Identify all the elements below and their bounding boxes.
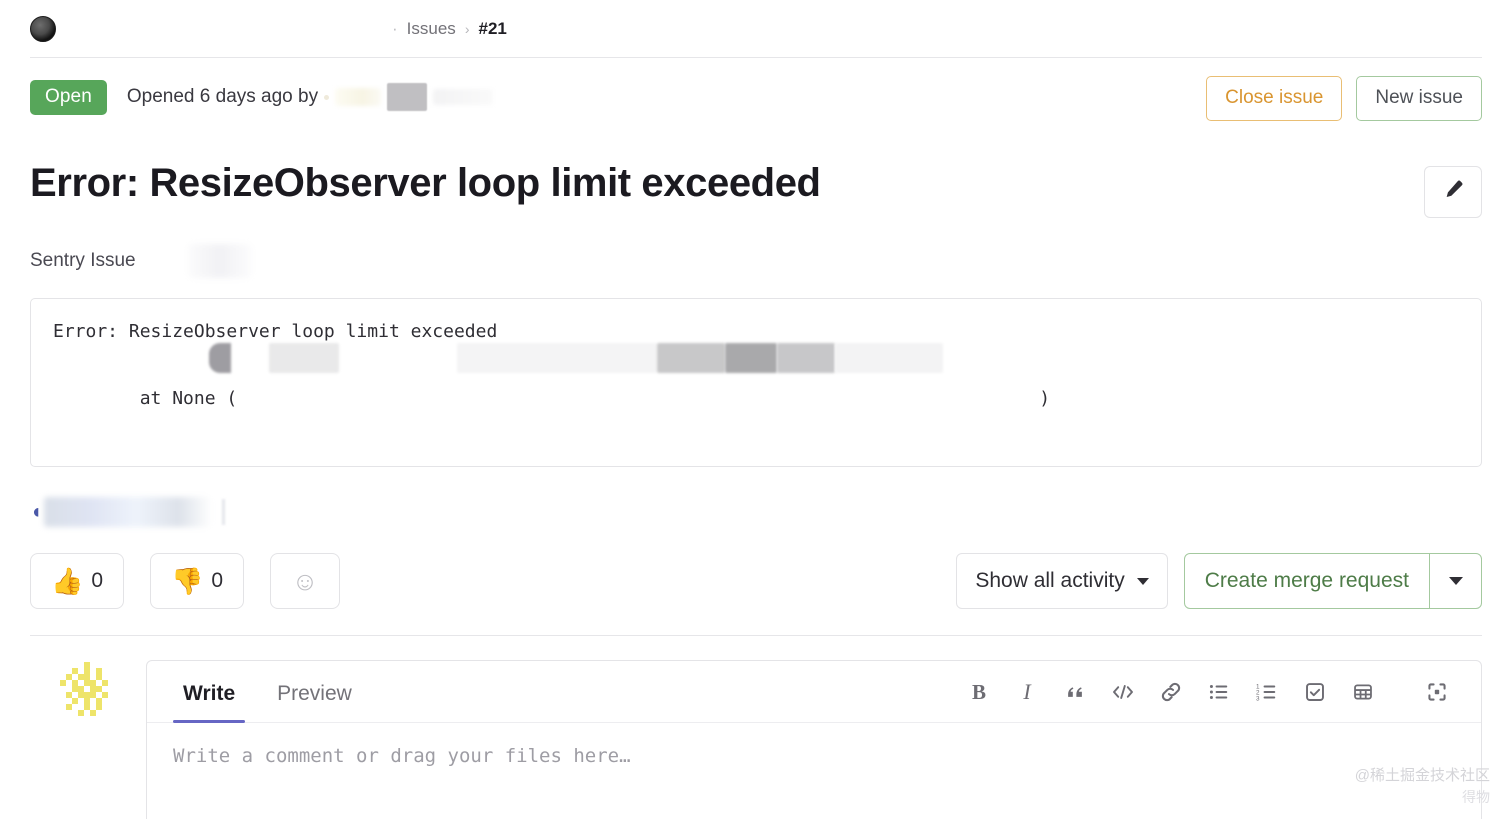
redaction-6 (777, 343, 835, 373)
show-all-activity-label: Show all activity (975, 569, 1125, 593)
title-row: Error: ResizeObserver loop limit exceede… (0, 138, 1512, 218)
create-merge-request-button[interactable]: Create merge request (1185, 554, 1429, 608)
chevron-down-icon (1136, 577, 1149, 585)
thumbsdown-icon: 👎 (170, 566, 204, 597)
tab-preview[interactable]: Preview (267, 682, 362, 722)
comment-area: Write Preview B I 1 2 3 Write a comment … (0, 636, 1512, 819)
sentry-link-redaction-tail (222, 499, 226, 526)
issue-status-row: Open Opened 6 days ago by Close issue Ne… (0, 58, 1512, 138)
link-icon[interactable] (1147, 674, 1195, 710)
bulleted-list-icon[interactable] (1195, 674, 1243, 710)
table-icon[interactable] (1339, 674, 1387, 710)
opened-by-text: Opened 6 days ago by (126, 86, 319, 107)
award-thumbsup-button[interactable]: 👍 0 (30, 553, 124, 610)
redaction-5 (725, 343, 777, 373)
code-line-2-prefix: at None ( (118, 387, 238, 409)
author-redacted (324, 83, 494, 111)
redaction-block-name (335, 88, 382, 106)
create-merge-request-split-button: Create merge request (1183, 553, 1482, 610)
watermark-line-2: 得物 (1462, 788, 1490, 805)
issue-page: · Issues › #21 Open Opened 6 days ago by… (0, 0, 1512, 819)
code-icon[interactable] (1099, 674, 1147, 710)
task-list-icon[interactable] (1291, 674, 1339, 710)
awards-right-actions: Show all activity Create merge request (956, 553, 1482, 610)
redaction-dot (324, 94, 330, 100)
error-codeblock: Error: ResizeObserver loop limit exceede… (30, 298, 1482, 468)
status-badge: Open (30, 79, 107, 115)
watermark-line-1: @稀土掘金技术社区 (1354, 766, 1490, 784)
breadcrumb-bar: · Issues › #21 (0, 0, 1512, 57)
description-label: Sentry Issue (30, 250, 136, 271)
redaction-4 (657, 343, 725, 373)
redaction-block-tail (433, 89, 494, 105)
chevron-down-icon (1448, 577, 1463, 586)
description-redaction (187, 244, 252, 278)
quote-icon[interactable] (1051, 674, 1099, 710)
breadcrumb-leading-dot: · (392, 18, 398, 38)
redaction-1 (209, 343, 231, 373)
close-issue-button[interactable]: Close issue (1206, 76, 1343, 121)
new-issue-button[interactable]: New issue (1356, 76, 1482, 121)
redaction-3 (457, 343, 657, 373)
watermark: @稀土掘金技术社区 得物 (1355, 765, 1490, 807)
markdown-toolbar: B I 123 (955, 674, 1461, 710)
avatar[interactable] (60, 662, 120, 723)
show-all-activity-dropdown[interactable]: Show all activity (956, 553, 1168, 610)
thumbsup-count: 0 (91, 569, 104, 593)
smiley-icon: ☺ (291, 565, 319, 596)
pencil-icon (1442, 179, 1464, 206)
redaction-2 (269, 343, 339, 373)
create-merge-request-dropdown-toggle[interactable] (1429, 554, 1481, 609)
sentry-icon: ◖ (30, 500, 43, 523)
awards-row: 👍 0 👎 0 ☺ Show all activity Create merge… (0, 529, 1512, 610)
comment-editor-header: Write Preview B I 1 2 3 (147, 661, 1481, 724)
bold-icon[interactable]: B (955, 674, 1003, 710)
svg-text:3: 3 (1256, 696, 1260, 703)
comment-editor: Write Preview B I 1 2 3 Write a comment … (146, 660, 1482, 819)
fullscreen-icon[interactable] (1413, 674, 1461, 710)
header-actions: Close issue New issue (1206, 76, 1482, 121)
add-reaction-button[interactable]: ☺ (270, 553, 340, 610)
comment-textarea-placeholder[interactable]: Write a comment or drag your files here… (147, 723, 1481, 789)
tab-write[interactable]: Write (173, 682, 246, 724)
sentry-link-row[interactable]: ◖ (30, 495, 1482, 529)
breadcrumb: · Issues › #21 (392, 19, 507, 39)
issue-description: Sentry Issue (0, 218, 1512, 278)
code-redactions (209, 343, 1439, 373)
code-line-2-suffix: ) (1039, 387, 1051, 409)
thumbsdown-count: 0 (211, 569, 224, 593)
sentry-link-redaction (44, 497, 213, 528)
breadcrumb-separator: › (464, 20, 470, 37)
numbered-list-icon[interactable]: 123 (1243, 674, 1291, 710)
italic-icon[interactable]: I (1003, 674, 1051, 710)
breadcrumb-item-issues[interactable]: Issues (407, 19, 456, 39)
redaction-block-avatar (387, 83, 428, 111)
edit-issue-button[interactable] (1424, 166, 1482, 218)
redaction-7 (835, 343, 943, 373)
project-avatar[interactable] (30, 15, 56, 42)
award-thumbsdown-button[interactable]: 👎 0 (150, 553, 244, 610)
thumbsup-icon: 👍 (50, 566, 84, 597)
breadcrumb-item-current[interactable]: #21 (478, 19, 506, 39)
page-title: Error: ResizeObserver loop limit exceede… (30, 161, 821, 205)
